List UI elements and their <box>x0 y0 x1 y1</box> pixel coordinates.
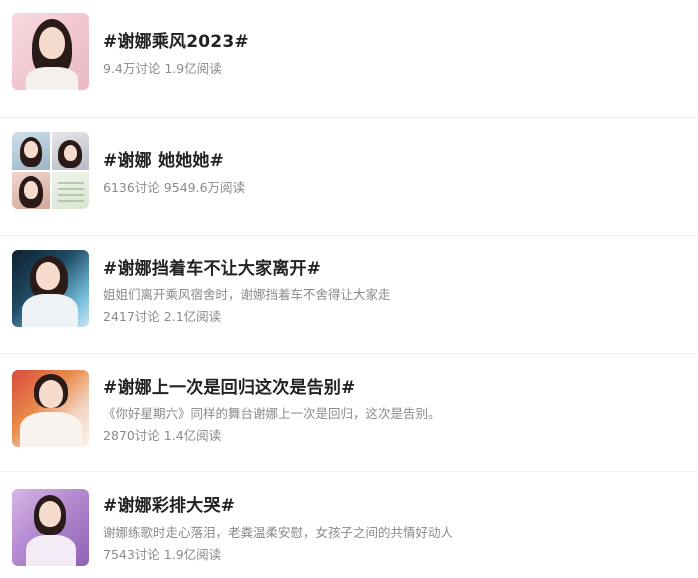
topic-title[interactable]: #谢娜 她她她# <box>103 146 224 171</box>
topic-item[interactable]: #谢娜上一次是回归这次是告别# 《你好星期六》同样的舞台谢娜上一次是回归，这次是… <box>0 354 698 472</box>
topic-description: 《你好星期六》同样的舞台谢娜上一次是回归，这次是告别。 <box>103 406 441 421</box>
photo-collage-thumbnail-icon <box>12 132 89 209</box>
portrait-thumbnail-icon <box>12 370 89 447</box>
topic-list: #谢娜乘风2023# 9.4万讨论 1.9亿阅读 #谢娜 她她她# 6136讨论… <box>0 0 698 578</box>
portrait-thumbnail-icon <box>12 489 89 566</box>
topic-stats: 7543讨论 1.9亿阅读 <box>103 547 222 562</box>
topic-description: 姐姐们离开乘风宿舍时，谢娜挡着车不舍得让大家走 <box>103 287 391 302</box>
topic-item[interactable]: #谢娜 她她她# 6136讨论 9549.6万阅读 <box>0 118 698 236</box>
topic-description: 谢娜练歌时走心落泪，老粪温柔安慰，女孩子之间的共情好动人 <box>103 525 454 540</box>
portrait-thumbnail-icon <box>12 13 89 90</box>
topic-stats: 6136讨论 9549.6万阅读 <box>103 180 246 195</box>
topic-item[interactable]: #谢娜乘风2023# 9.4万讨论 1.9亿阅读 <box>0 0 698 118</box>
topic-title[interactable]: #谢娜彩排大哭# <box>103 491 235 516</box>
topic-item[interactable]: #谢娜挡着车不让大家离开# 姐姐们离开乘风宿舍时，谢娜挡着车不舍得让大家走 24… <box>0 236 698 354</box>
topic-title[interactable]: #谢娜上一次是回归这次是告别# <box>103 373 356 398</box>
portrait-thumbnail-icon <box>12 250 89 327</box>
topic-stats: 9.4万讨论 1.9亿阅读 <box>103 61 222 76</box>
topic-stats: 2870讨论 1.4亿阅读 <box>103 428 222 443</box>
topic-stats: 2417讨论 2.1亿阅读 <box>103 309 222 324</box>
topic-title[interactable]: #谢娜乘风2023# <box>103 27 249 52</box>
topic-title[interactable]: #谢娜挡着车不让大家离开# <box>103 254 321 279</box>
topic-item[interactable]: #谢娜彩排大哭# 谢娜练歌时走心落泪，老粪温柔安慰，女孩子之间的共情好动人 75… <box>0 472 698 578</box>
